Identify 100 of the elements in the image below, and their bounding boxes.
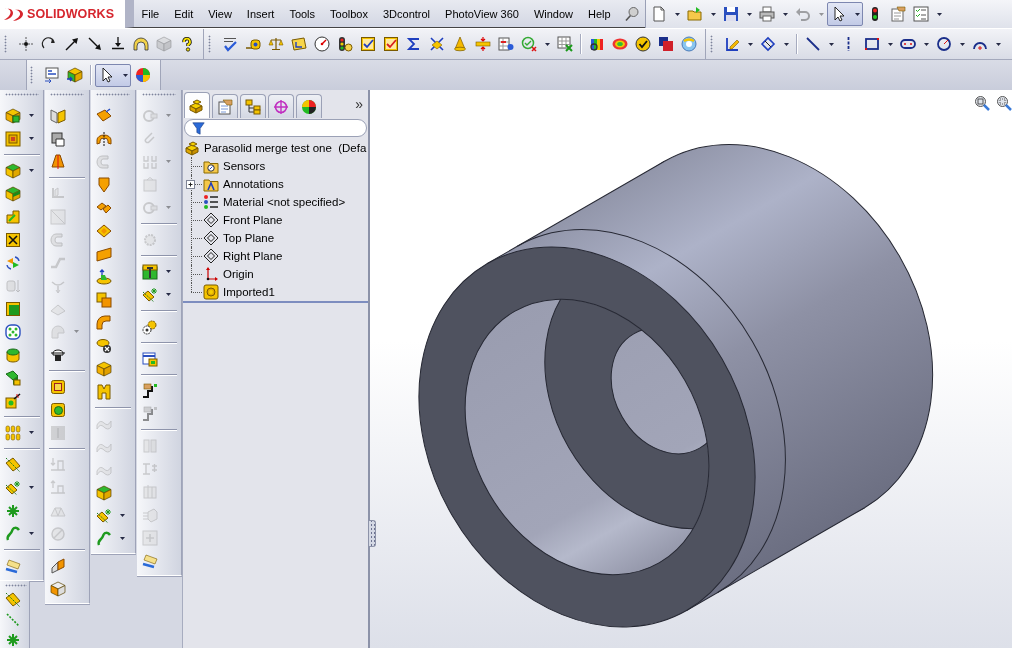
grip-handle[interactable]: [49, 93, 84, 96]
tree-item[interactable]: Material <not specified>: [203, 193, 346, 211]
asterisk-icon: [5, 502, 21, 519]
cursor-button[interactable]: [95, 63, 131, 87]
traffic-light-icon: [336, 36, 353, 52]
property-sheet-icon: [217, 98, 233, 115]
tree-item[interactable]: Imported1: [203, 283, 275, 301]
caret-icon: [29, 486, 34, 489]
add-box-icon: [142, 529, 158, 546]
rectangle-icon: [863, 36, 880, 52]
menu-item[interactable]: Window: [526, 5, 581, 22]
color-ball-icon: [301, 98, 317, 115]
menu-item[interactable]: File: [134, 5, 167, 22]
tree-item[interactable]: Sensors: [203, 157, 266, 175]
color-map-icon: [588, 36, 605, 52]
plane-icon: [203, 230, 219, 246]
cylinder-pattern-icon: [5, 424, 21, 441]
filter-icon: [192, 121, 205, 135]
grip-handle[interactable]: [4, 584, 27, 587]
pentagon-icon: [96, 176, 112, 193]
menu-item[interactable]: Insert: [239, 5, 282, 22]
asterisk-icon: [5, 632, 21, 648]
grip-handle[interactable]: [141, 93, 176, 96]
tree-item[interactable]: Right Plane: [203, 247, 283, 265]
sketch-icon: [723, 36, 740, 52]
menu-item[interactable]: PhotoView 360: [437, 5, 527, 22]
caret-icon: [120, 514, 125, 517]
menu-item[interactable]: View: [200, 5, 240, 22]
checkbox-icon: [382, 36, 399, 52]
balance-scale-icon: [267, 36, 284, 52]
caret-icon: [544, 42, 550, 46]
tree-item[interactable]: Front Plane: [203, 211, 283, 229]
caret-icon: [166, 114, 171, 117]
grip-handle[interactable]: [4, 93, 39, 96]
centerline-icon: [847, 37, 850, 51]
caret-icon: [166, 160, 171, 163]
feature-icon: [203, 284, 219, 300]
plate-icon: [96, 245, 112, 262]
zoom-to-fit-icon[interactable]: [974, 95, 990, 111]
plane-icon: [203, 248, 219, 264]
dotted-circle-icon: [142, 231, 158, 248]
folder-icon: [686, 6, 703, 22]
grip-handle[interactable]: [95, 93, 130, 96]
stacked-squares-icon: [96, 291, 112, 308]
cone-icon: [50, 153, 66, 170]
tape-measure-icon: [244, 36, 261, 52]
plane-star-icon: [96, 507, 112, 524]
rounded-corner-icon: [50, 323, 66, 340]
menu-item[interactable]: 3Dcontrol: [375, 5, 438, 22]
plane-star-icon: [5, 479, 21, 496]
point-icon: [17, 36, 34, 52]
magnifier-icon[interactable]: [624, 5, 640, 22]
caret-icon: [923, 42, 929, 46]
dome-icon: [132, 36, 149, 52]
menu-item[interactable]: Help: [580, 5, 619, 22]
hat-icon: [50, 346, 66, 363]
grip-handle[interactable]: [710, 35, 713, 53]
rings-icon: [611, 36, 628, 52]
tree-item[interactable]: Parasolid merge test one (Defa: [185, 139, 367, 157]
origin-axes-icon: [203, 266, 219, 282]
filter-field[interactable]: [184, 119, 367, 137]
folder-gauge-icon: [203, 158, 219, 174]
curve-icon: [96, 530, 112, 547]
checklist-icon: [912, 6, 929, 22]
caret-icon: [29, 431, 34, 434]
menu-item[interactable]: Toolbox: [322, 5, 376, 22]
compress-icon: [474, 36, 491, 52]
grip-handle[interactable]: [4, 35, 7, 53]
logo-mark-icon: [3, 6, 25, 22]
part-icon: [189, 97, 205, 114]
more-tabs-button[interactable]: »: [353, 96, 365, 112]
zoom-area-icon[interactable]: [996, 95, 1012, 111]
caret-icon: [783, 42, 789, 46]
grip-handle[interactable]: [208, 35, 211, 53]
grip-handle[interactable]: [30, 66, 33, 84]
table-icon: [497, 36, 514, 52]
ring-icon: [680, 36, 697, 52]
tree-item[interactable]: Origin: [203, 265, 254, 283]
ring-block-icon: [142, 107, 158, 124]
splitter-handle[interactable]: [369, 520, 376, 547]
plane-icon: [5, 456, 21, 473]
tilted-box-icon: [290, 36, 307, 52]
check-circle-icon: [634, 36, 651, 52]
cube-arrow-icon: [66, 67, 83, 83]
tree-item[interactable]: Top Plane: [203, 229, 275, 247]
menu-item[interactable]: Tools: [281, 5, 323, 22]
hexagon-lines-icon: [142, 506, 158, 523]
logo-text: SOLIDWORKS: [27, 7, 115, 21]
caret-icon: [936, 12, 942, 16]
curve-icon: [5, 525, 21, 542]
ruler-icon: [142, 552, 158, 569]
table-box-icon: [142, 350, 158, 367]
expand-icon[interactable]: [186, 179, 195, 189]
caret-icon: [995, 42, 1001, 46]
framed-box-icon: [5, 130, 21, 147]
menu-item[interactable]: Edit: [166, 5, 201, 22]
panel-tab[interactable]: [296, 94, 322, 118]
cursor-button[interactable]: [827, 2, 863, 26]
sweep-icon: [5, 208, 21, 225]
tree-item[interactable]: Annotations: [203, 175, 284, 193]
